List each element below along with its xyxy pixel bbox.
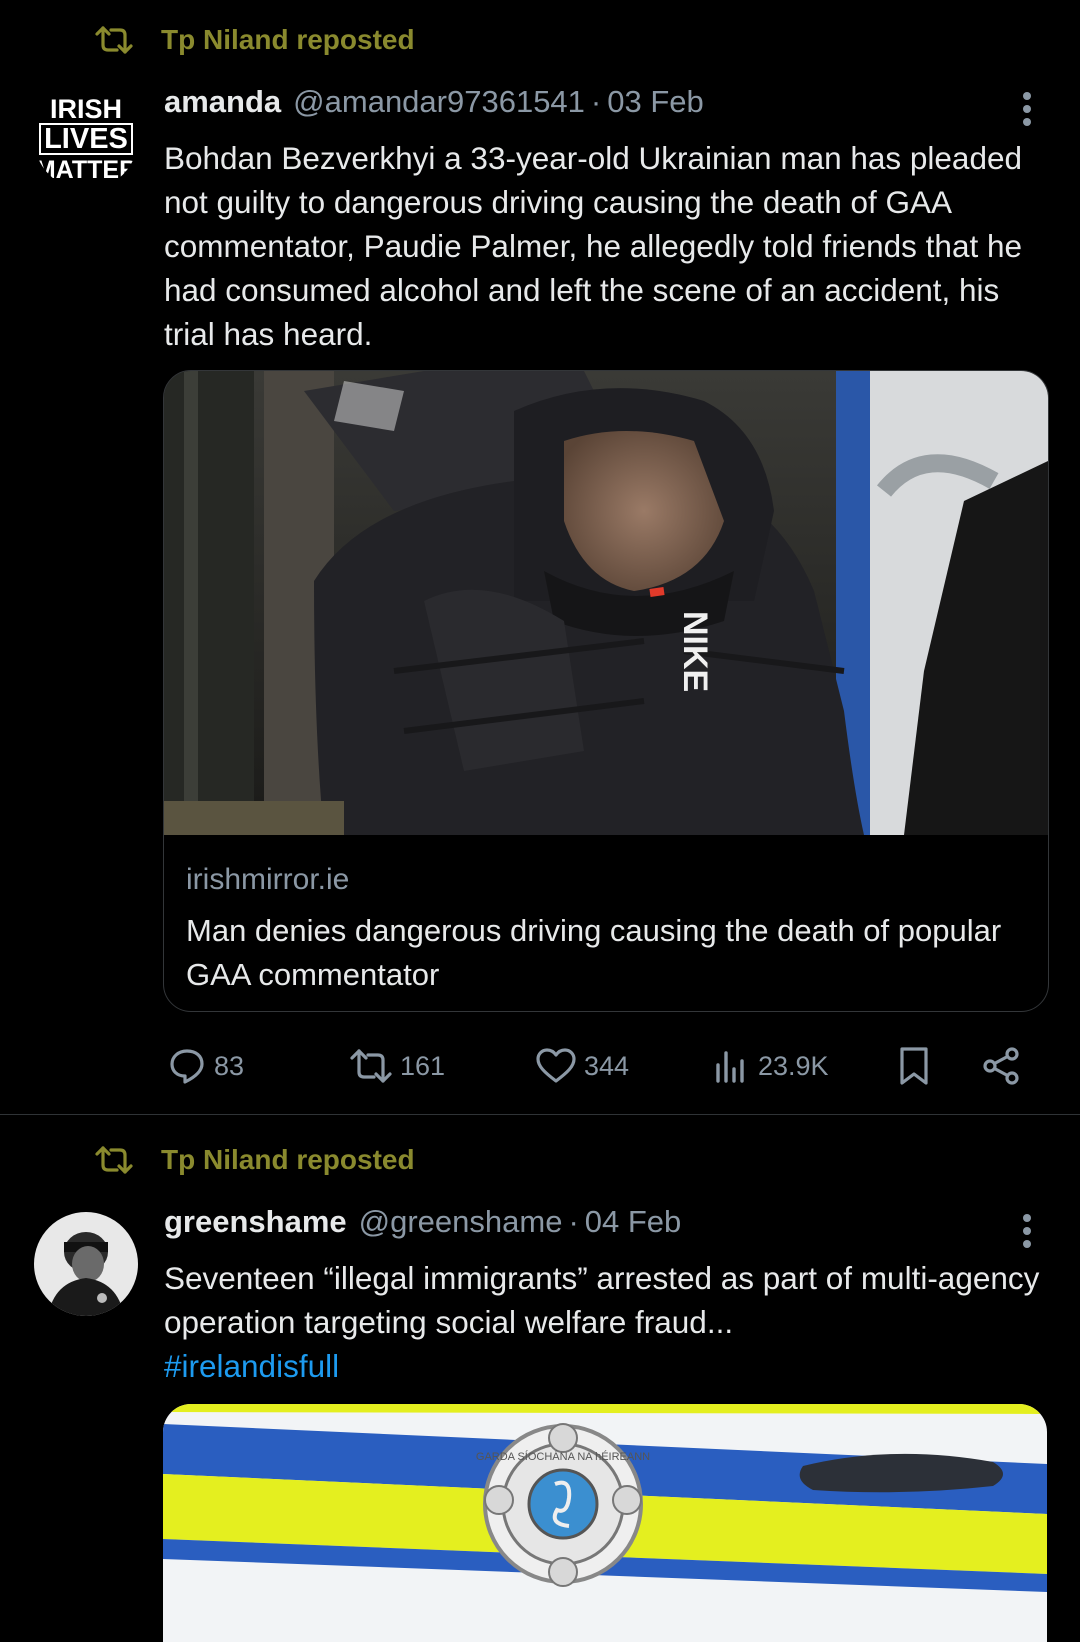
avatar-greenshame[interactable] [34, 1212, 138, 1316]
timeline-feed: Tp Niland reposted IRISH LIVES MATTER am… [0, 0, 1080, 1642]
repost-label[interactable]: Tp Niland reposted [161, 24, 415, 56]
heart-icon [536, 1048, 576, 1083]
display-name[interactable]: amanda [164, 84, 281, 120]
repost-count: 161 [400, 1050, 446, 1081]
share-icon [983, 1047, 1019, 1085]
views-button[interactable]: 23.9K [710, 1040, 829, 1092]
post-date[interactable]: 04 Feb [585, 1204, 682, 1240]
hashtag-link[interactable]: #irelandisfull [164, 1348, 339, 1384]
like-button[interactable]: 344 [534, 1040, 629, 1092]
garda-badge-text: GARDA SÍOCHÁNA NA hÉIREANN [476, 1450, 650, 1463]
post-amanda[interactable]: Tp Niland reposted IRISH LIVES MATTER am… [0, 0, 1080, 1114]
post-image-garda[interactable]: GARDA SÍOCHÁNA NA hÉIREANN [163, 1404, 1047, 1642]
more-vertical-icon[interactable] [1010, 90, 1044, 130]
avatar[interactable]: IRISH LIVES MATTER [34, 86, 138, 190]
post-header-2: greenshame @greenshame · 04 Feb [164, 1204, 681, 1250]
separator: · [590, 84, 602, 119]
views-count: 23.9K [758, 1050, 829, 1081]
card-image-text: NIKE [676, 611, 714, 692]
post-date[interactable]: 03 Feb [607, 84, 704, 120]
user-handle[interactable]: @greenshame [359, 1204, 563, 1240]
post-text: Bohdan Bezverkhyi a 33-year-old Ukrainia… [164, 140, 1023, 352]
avatar-line-2: LIVES [44, 123, 128, 155]
user-handle[interactable]: @amandar97361541 [293, 84, 585, 120]
repost-label[interactable]: Tp Niland reposted [161, 1144, 415, 1176]
bookmark-button[interactable] [894, 1040, 934, 1092]
reply-icon [170, 1049, 204, 1084]
post-header: amanda @amandar97361541 · 03 Feb [164, 84, 704, 130]
card-domain: irishmirror.ie [186, 863, 350, 896]
repost-icon [93, 25, 135, 55]
post-text-2: Seventeen “illegal immigrants” arrested … [164, 1256, 1054, 1388]
bookmark-icon [900, 1047, 928, 1085]
repost-icon [93, 1145, 135, 1175]
like-count: 344 [584, 1050, 630, 1081]
repost-button[interactable]: 161 [348, 1040, 445, 1092]
more-vertical-icon[interactable] [1010, 1212, 1044, 1252]
reply-button[interactable]: 83 [166, 1040, 244, 1092]
reply-count: 83 [214, 1050, 245, 1081]
action-bar: 83 161 344 23.9K [0, 1040, 1080, 1092]
repost-action-icon [350, 1049, 392, 1083]
avatar-line-1: IRISH [50, 94, 122, 124]
display-name[interactable]: greenshame [164, 1204, 347, 1240]
avatar-line-3: MATTER [35, 156, 137, 184]
post-divider [0, 1114, 1080, 1115]
repost-indicator: Tp Niland reposted [93, 20, 415, 60]
share-button[interactable] [980, 1040, 1024, 1092]
link-card[interactable]: NIKE irishmirror.ie Man denies dangerous… [163, 370, 1049, 1012]
card-title: Man denies dangerous driving causing the… [186, 913, 1002, 992]
views-icon [716, 1051, 744, 1083]
post-text: Seventeen “illegal immigrants” arrested … [164, 1260, 1040, 1340]
separator: · [568, 1204, 579, 1239]
repost-indicator-2: Tp Niland reposted [93, 1140, 415, 1180]
card-image[interactable]: NIKE [164, 371, 1048, 835]
